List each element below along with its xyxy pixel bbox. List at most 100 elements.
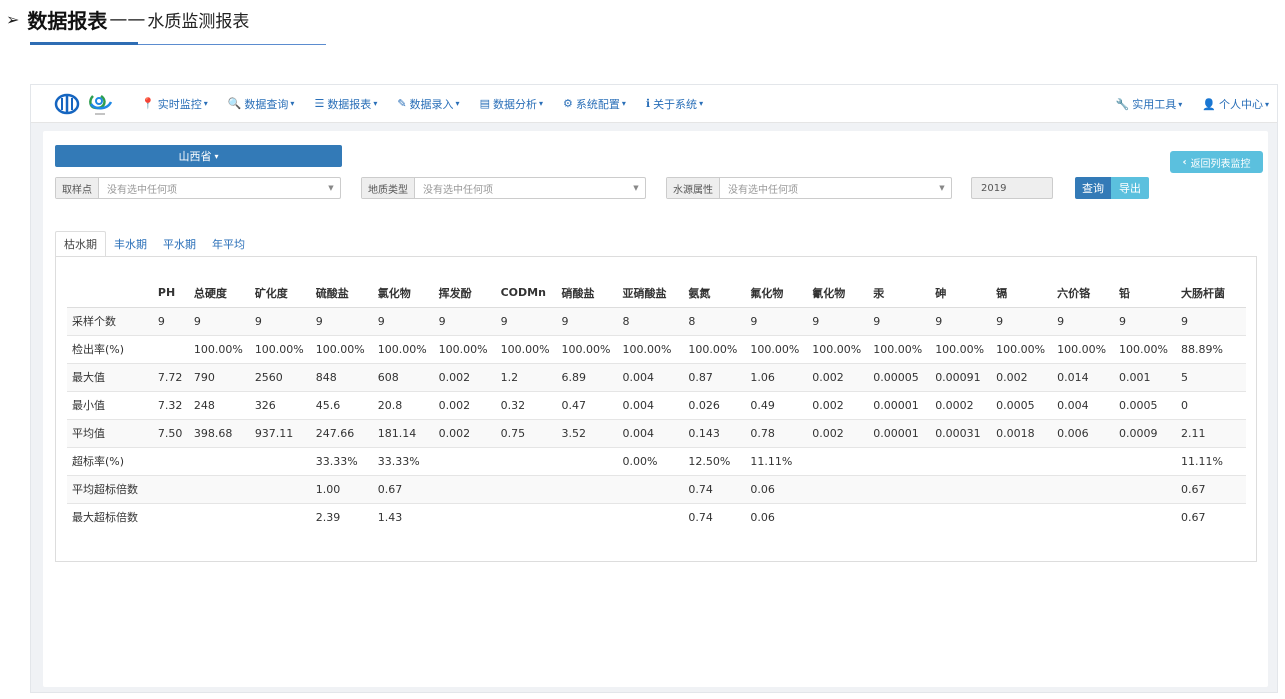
filter-placeholder: 没有选中任何项 xyxy=(423,184,493,196)
table-row: 平均超标倍数 1.00 0.67 0.74 0.06 0.67 xyxy=(67,474,1246,503)
table-cell: 248 xyxy=(188,390,250,419)
table-cell: 0.004 xyxy=(1052,390,1115,419)
table-cell: 0.002 xyxy=(807,418,869,447)
nav-item-label: 实用工具 xyxy=(1132,98,1177,111)
province-dropdown[interactable]: 山西省 ▾ xyxy=(55,145,342,167)
column-header: 亚硝酸盐 xyxy=(617,279,684,308)
back-button-label: 返回列表监控 xyxy=(1190,158,1251,170)
nav-item-label: 数据报表 xyxy=(327,97,372,111)
table-cell: 0.004 xyxy=(617,362,684,391)
table-cell: 100.00% xyxy=(1052,334,1115,363)
table-cell: 8 xyxy=(683,307,746,335)
filter-label: 取样点 xyxy=(56,178,99,198)
nav-item-label: 数据查询 xyxy=(244,97,289,111)
table-cell xyxy=(433,474,496,503)
table-cell: 2.11 xyxy=(1175,418,1246,447)
nav-item-entry[interactable]: ✎ 数据录入 ▾ xyxy=(397,96,459,112)
tab-normal-season[interactable]: 平水期 xyxy=(155,231,204,257)
caret-down-icon: ▾ xyxy=(621,99,626,108)
caret-down-icon: ▾ xyxy=(1178,99,1183,109)
nav-item-about[interactable]: ℹ 关于系统 ▾ xyxy=(646,96,703,112)
table-cell xyxy=(1052,474,1115,503)
table-cell xyxy=(249,474,311,503)
caret-down-icon: ▾ xyxy=(214,151,219,161)
table-cell xyxy=(495,446,557,475)
table-row: 最大值 7.72 790 2560 848 608 0.002 1.2 6.89 0.004 0.8… xyxy=(67,362,1246,391)
table-cell xyxy=(495,474,557,503)
nav-item-config[interactable]: ⚙ 系统配置 ▾ xyxy=(563,96,626,112)
table-cell: 0.00001 xyxy=(868,418,931,447)
sampling-point-select[interactable]: 取样点 没有选中任何项 ▼ xyxy=(55,177,341,199)
table-cell xyxy=(930,502,992,531)
row-label: 平均超标倍数 xyxy=(67,474,153,503)
year-input[interactable]: 2019 xyxy=(971,177,1053,199)
table-cell: 100.00% xyxy=(868,334,931,363)
table-cell xyxy=(868,502,931,531)
export-button[interactable]: 导出 xyxy=(1111,177,1149,199)
table-cell: 0.004 xyxy=(617,418,684,447)
table-cell: 100.00% xyxy=(249,334,311,363)
table-cell xyxy=(1052,502,1115,531)
table-cell xyxy=(152,334,189,363)
table-cell: 0.67 xyxy=(1175,502,1246,531)
water-source-select[interactable]: 水源属性 没有选中任何项 ▼ xyxy=(666,177,952,199)
nav-item-user-center[interactable]: 👤 个人中心 ▾ xyxy=(1202,96,1269,112)
column-header: 镉 xyxy=(991,279,1053,308)
nav-item-query[interactable]: 🔍 数据查询 ▾ xyxy=(228,96,295,112)
table-cell xyxy=(152,502,189,531)
table-cell xyxy=(1114,502,1176,531)
season-tabs: 枯水期 丰水期 平水期 年平均 xyxy=(55,231,253,257)
nav-item-realtime[interactable]: 📍 实时监控 ▾ xyxy=(141,96,208,112)
logo[interactable] xyxy=(53,90,117,118)
back-to-list-button[interactable]: ‹ 返回列表监控 xyxy=(1170,151,1263,173)
column-header: CODMn xyxy=(495,279,557,308)
column-header: 砷 xyxy=(930,279,992,308)
table-cell: 0.47 xyxy=(556,390,618,419)
table-cell: 6.89 xyxy=(556,362,618,391)
tab-wet-season[interactable]: 丰水期 xyxy=(106,231,155,257)
table-cell xyxy=(868,474,931,503)
table-cell xyxy=(807,502,869,531)
info-icon: ℹ xyxy=(645,97,651,110)
table-cell: 181.14 xyxy=(372,418,434,447)
geology-type-select[interactable]: 地质类型 没有选中任何项 ▼ xyxy=(361,177,646,199)
table-cell: 0.143 xyxy=(683,418,746,447)
table-cell xyxy=(249,446,311,475)
table-cell: 0.0005 xyxy=(1114,390,1176,419)
table-cell: 0.004 xyxy=(617,390,684,419)
column-header: 挥发酚 xyxy=(433,279,496,308)
column-header: 氯化物 xyxy=(372,279,434,308)
nav-item-tools[interactable]: 🔧 实用工具 ▾ xyxy=(1116,96,1183,112)
map-marker-icon: 📍 xyxy=(141,97,155,110)
table-cell: 9 xyxy=(556,307,618,335)
table-cell: 0.06 xyxy=(745,474,808,503)
table-row: 采样个数 9 9 9 9 9 9 9 9 8 8 9 9 9 9 9 9 9 9 xyxy=(67,307,1246,335)
nav-item-label: 数据分析 xyxy=(492,97,537,111)
title-underline-thin xyxy=(138,44,326,45)
tab-dry-season[interactable]: 枯水期 xyxy=(55,231,106,257)
table-cell xyxy=(991,502,1053,531)
table-cell: 0.002 xyxy=(991,362,1053,391)
query-button[interactable]: 查询 xyxy=(1075,177,1111,199)
nav-item-analysis[interactable]: ▤ 数据分析 ▾ xyxy=(480,96,543,112)
page-subtitle: 水质监测报表 xyxy=(147,11,250,32)
table-cell: 9 xyxy=(1175,307,1246,335)
table-cell: 100.00% xyxy=(556,334,618,363)
table-body: 采样个数 9 9 9 9 9 9 9 9 8 8 9 9 9 9 9 9 9 9 检出率(%) 100.00% 100.0… xyxy=(67,307,1246,531)
page-title: 数据报表 xyxy=(27,8,108,33)
table-cell: 937.11 xyxy=(249,418,311,447)
table-cell: 9 xyxy=(1114,307,1176,335)
row-label: 检出率(%) xyxy=(67,334,153,363)
filter-placeholder: 没有选中任何项 xyxy=(728,184,798,196)
column-header: PH xyxy=(152,279,189,308)
table-cell xyxy=(807,474,869,503)
user-icon: 👤 xyxy=(1202,97,1216,111)
table-cell: 5 xyxy=(1175,362,1246,391)
caret-down-icon: ▼ xyxy=(939,184,945,192)
column-header: 矿化度 xyxy=(249,279,311,308)
table-cell: 100.00% xyxy=(1114,334,1176,363)
table-cell: 9 xyxy=(188,307,250,335)
nav-item-report[interactable]: ☰ 数据报表 ▾ xyxy=(314,96,377,112)
tab-annual-average[interactable]: 年平均 xyxy=(204,231,253,257)
table-cell xyxy=(556,502,618,531)
